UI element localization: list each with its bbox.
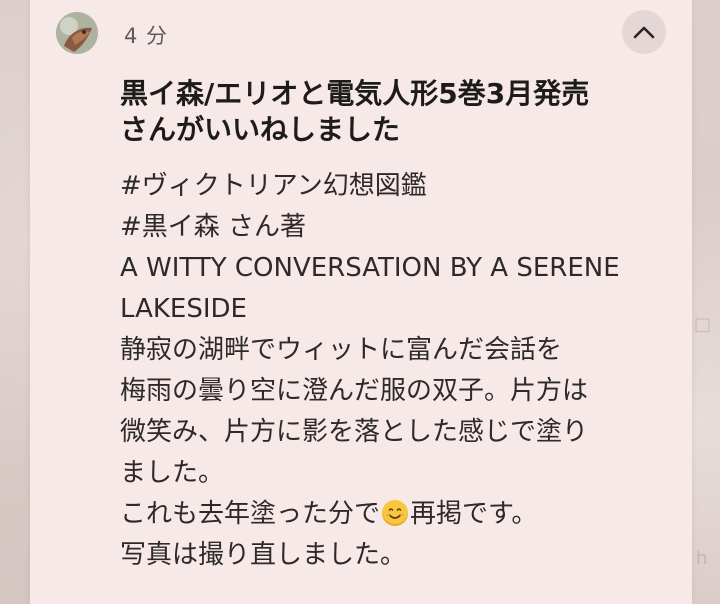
smiling-face-icon: [382, 500, 409, 526]
post-text-segment: これも去年塗った分で: [120, 499, 381, 529]
notification-headline[interactable]: 黒イ森/エリオと電気人形5巻3月発売 さんがいいねしました: [120, 76, 675, 148]
post-title-text: LAKESIDE: [120, 294, 247, 324]
user-avatar[interactable]: [56, 12, 98, 54]
post-body: #ヴィクトリアン幻想図鑑 #黒イ森 さん著 A WITTY CONVERSATI…: [120, 166, 680, 576]
post-text-segment: 再掲です。: [410, 499, 538, 529]
avatar-image: [56, 12, 98, 54]
background-decoration: □: [694, 314, 712, 335]
headline-line: さんがいいねしました: [120, 113, 401, 146]
post-text-line: 微笑み、片方に影を落とした感じで塗り: [120, 417, 589, 447]
notification-card[interactable]: 4 分 黒イ森/エリオと電気人形5巻3月発売 さんがいいねしました #ヴィクトリ…: [30, 0, 692, 604]
hashtag-link[interactable]: #ヴィクトリアン幻想図鑑: [120, 166, 680, 207]
post-text-line: これも去年塗った分で 再掲です。: [120, 494, 680, 535]
post-text-line: 写真は撮り直しました。: [120, 540, 407, 570]
post-text-line: 梅雨の曇り空に澄んだ服の双子。片方は: [120, 376, 589, 406]
headline-line: 黒イ森/エリオと電気人形5巻3月発売: [120, 77, 590, 110]
post-text-line: 静寂の湖畔でウィットに富んだ会話を: [120, 335, 563, 365]
hashtag-link[interactable]: #黒イ森 さん著: [120, 207, 680, 248]
post-time: 4 分: [124, 24, 169, 48]
chevron-up-icon: [633, 26, 655, 39]
background-decoration: h: [696, 548, 708, 569]
post-title-text: A WITTY CONVERSATION BY A SERENE: [120, 253, 620, 283]
collapse-button[interactable]: [622, 10, 666, 54]
post-text-line: ました。: [120, 458, 225, 488]
